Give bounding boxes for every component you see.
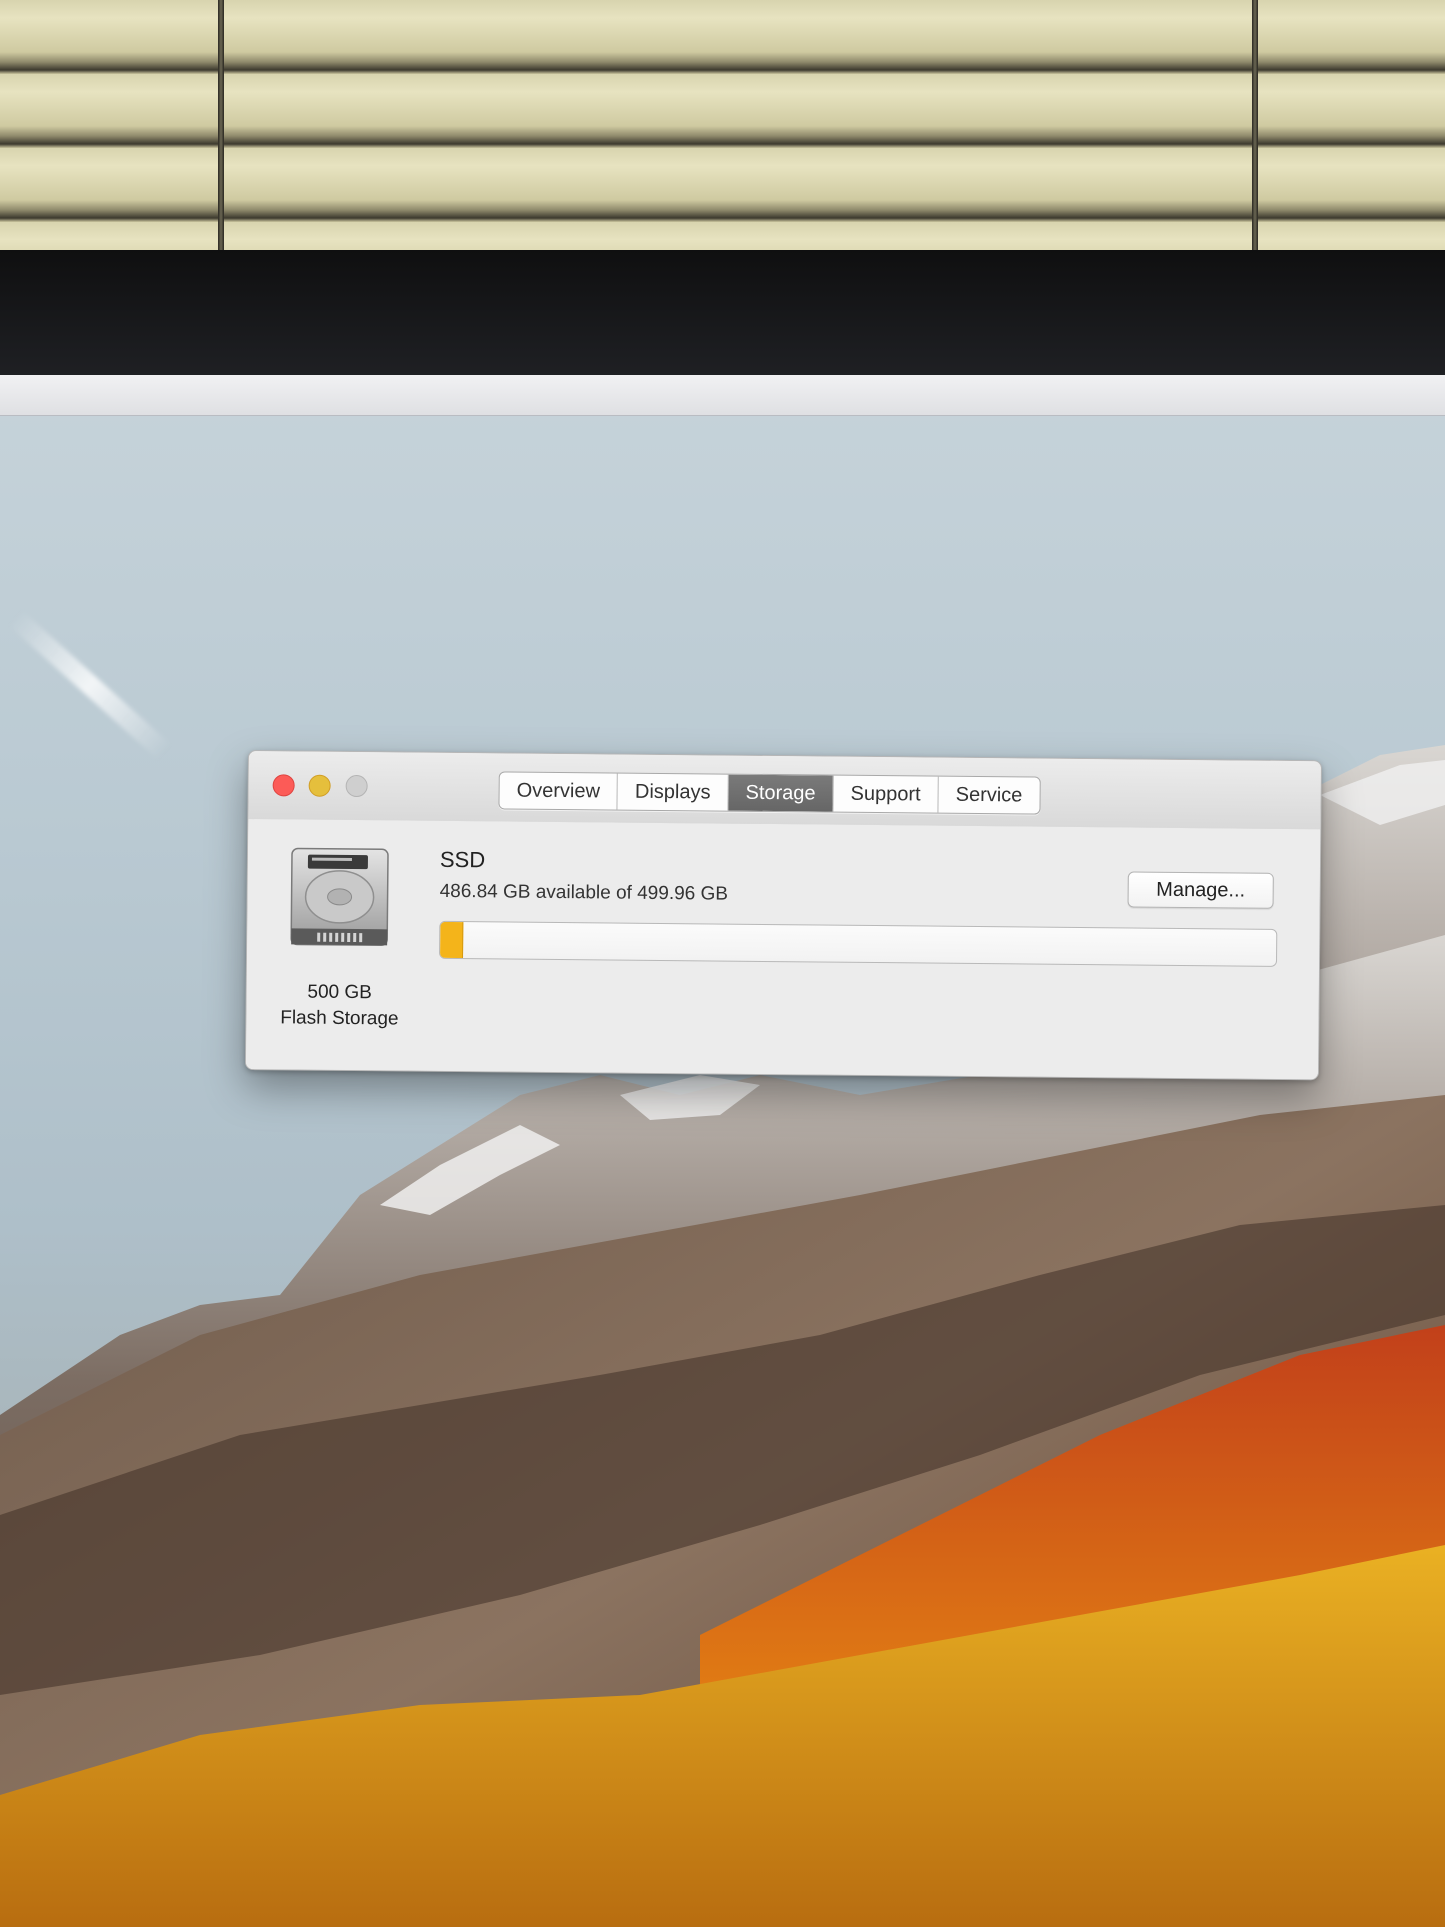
storage-used-segment[interactable] <box>440 921 464 959</box>
drive-name: SSD <box>439 846 486 873</box>
drive-capacity-label: 500 GB <box>307 981 372 1004</box>
tab-displays[interactable]: Displays <box>617 773 729 811</box>
hard-drive-icon <box>290 847 389 947</box>
window-titlebar[interactable]: Overview Displays Storage Support Servic… <box>248 751 1321 831</box>
drive-caption: 500 GB Flash Storage <box>256 979 422 1033</box>
manage-button[interactable]: Manage... <box>1127 871 1274 909</box>
tab-bar: Overview Displays Storage Support Servic… <box>498 771 1041 815</box>
storage-usage-bar <box>439 920 1278 967</box>
tab-overview[interactable]: Overview <box>499 772 619 810</box>
close-icon[interactable] <box>272 774 295 797</box>
blinds-cord-right <box>1252 0 1258 270</box>
desktop-screen <box>0 375 1445 1927</box>
drive-usage-text: 486.84 GB available of 499.96 GB <box>439 880 729 905</box>
storage-panel: 500 GB Flash Storage SSD 486.84 GB avail… <box>245 819 1321 1080</box>
drive-type-label: Flash Storage <box>280 1007 399 1030</box>
tab-support[interactable]: Support <box>833 775 939 813</box>
minimize-icon[interactable] <box>308 774 331 797</box>
blinds-cord-left <box>218 0 224 270</box>
tab-storage[interactable]: Storage <box>728 774 834 812</box>
desktop-wallpaper <box>0 745 1445 1927</box>
window-blinds <box>0 0 1445 270</box>
zoom-icon[interactable] <box>345 774 368 798</box>
tab-service[interactable]: Service <box>938 777 1039 814</box>
about-this-mac-window: Overview Displays Storage Support Servic… <box>244 750 1322 1081</box>
